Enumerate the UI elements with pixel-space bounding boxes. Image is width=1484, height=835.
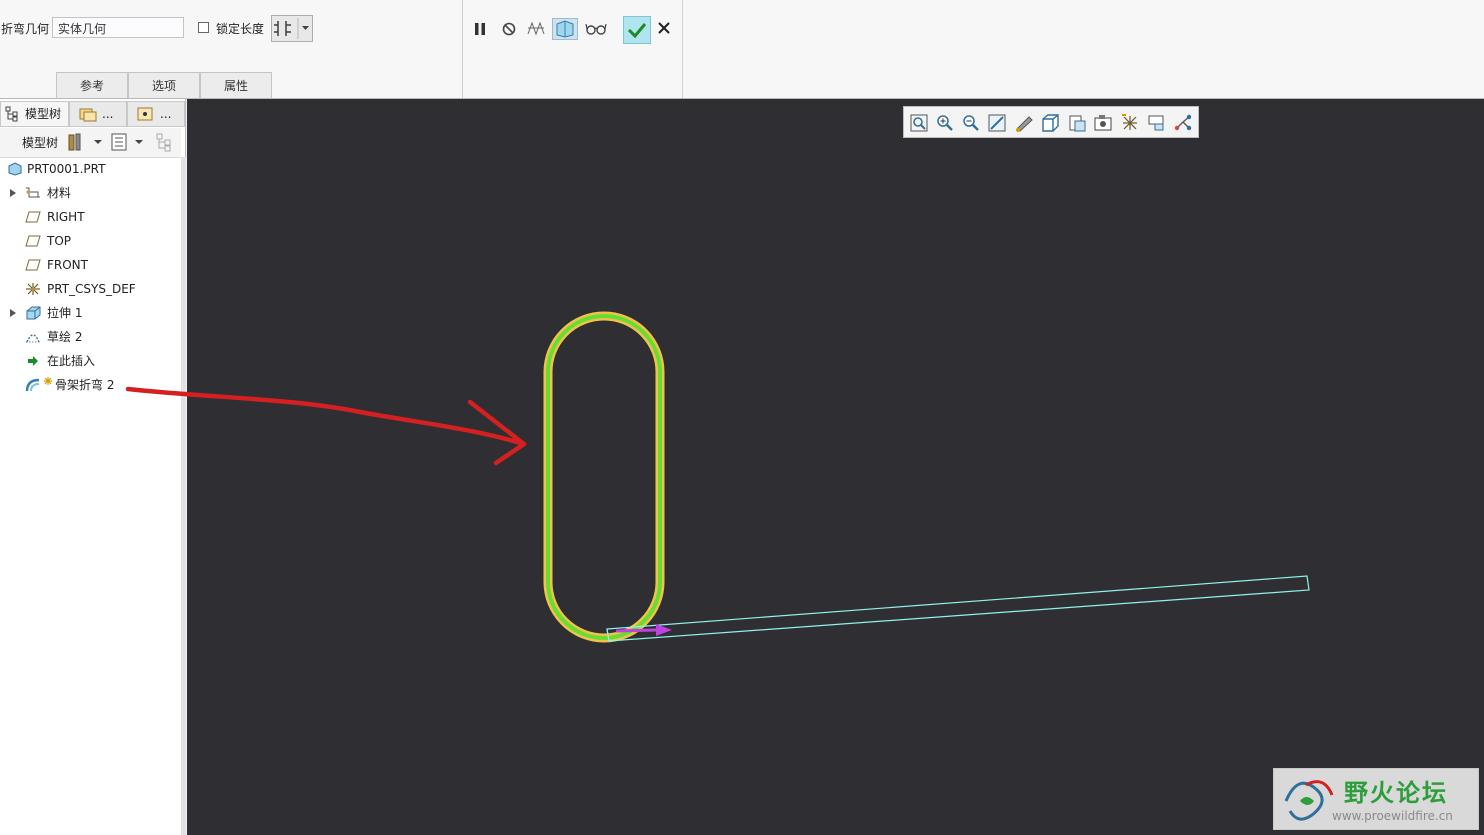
preview-mesh-icon (527, 21, 545, 36)
show-dropdown[interactable] (110, 132, 150, 152)
forum-logo-icon (1284, 780, 1334, 821)
settings-tools-icon (68, 133, 102, 151)
bend-geometry-field[interactable]: 实体几何 (52, 17, 184, 38)
datum-plane-icon (25, 211, 41, 223)
tree-icon (5, 106, 18, 122)
watermark-logo: 野火论坛 www.proewildfire.cn (1273, 768, 1479, 830)
checkmark-icon (627, 23, 647, 39)
tab-references[interactable]: 参考 (56, 72, 128, 98)
tree-item-label: 在此插入 (47, 354, 96, 368)
tree-item-spinal-bend[interactable]: 骨架折弯 2 (0, 373, 181, 397)
length-measure-dropdown[interactable] (271, 15, 313, 42)
glasses-icon (585, 23, 607, 35)
tab-favorites-label: ... (160, 107, 172, 121)
repaint-icon[interactable] (987, 113, 1007, 133)
graphics-viewport[interactable] (187, 99, 1484, 835)
view-manager-icon[interactable] (1093, 113, 1113, 133)
watermark-url: www.proewildfire.cn (1332, 809, 1453, 823)
folder-browser-icon (79, 108, 97, 122)
in-progress-star-icon (44, 377, 52, 385)
list-view-icon (111, 133, 143, 151)
bend-geometry-label: 折弯几何 (1, 22, 50, 36)
watermark-title: 野火论坛 (1344, 778, 1448, 807)
lock-length-checkbox[interactable] (198, 22, 209, 33)
tab-favorites[interactable]: ... (127, 101, 185, 127)
chevron-down-icon (302, 26, 309, 30)
tree-item-label: 草绘 2 (47, 330, 83, 344)
spin-center-icon[interactable] (1173, 113, 1193, 133)
annotation-display-icon[interactable] (1147, 113, 1167, 133)
tree-item-label: RIGHT (47, 210, 85, 224)
no-preview-icon (502, 22, 516, 36)
favorites-folder-icon (137, 107, 153, 121)
geometry-preview-icon (556, 20, 574, 38)
tree-item-label: FRONT (47, 258, 88, 272)
view-toolbar (903, 106, 1199, 138)
part-icon (8, 162, 22, 176)
divider (462, 0, 463, 98)
display-style-icon[interactable] (1040, 113, 1060, 133)
tree-filter-button[interactable] (155, 132, 177, 152)
tree-item-csys[interactable]: PRT_CSYS_DEF (0, 277, 181, 301)
sketch-icon (26, 334, 40, 343)
csys-icon (26, 283, 40, 295)
divider (682, 0, 683, 98)
datum-plane-icon (25, 235, 41, 247)
tab-folder-browser-label: ... (102, 107, 114, 121)
tree-item-right[interactable]: RIGHT (0, 205, 181, 229)
measure-length-icon (274, 18, 309, 39)
tab-properties[interactable]: 属性 (200, 72, 272, 98)
insert-here-arrow-icon (28, 356, 38, 366)
model-tree-title: 模型树 (22, 136, 59, 150)
tab-model-tree[interactable]: 模型树 (0, 101, 69, 127)
pause-button[interactable] (469, 18, 491, 40)
tree-item-label: PRT_CSYS_DEF (47, 282, 136, 296)
settings-dropdown[interactable] (66, 132, 106, 152)
tree-item-part[interactable]: PRT0001.PRT (0, 157, 181, 181)
attached-preview-button[interactable] (525, 18, 547, 40)
saved-orientations-icon[interactable] (1067, 113, 1087, 133)
refit-icon[interactable] (909, 113, 929, 133)
close-icon (658, 22, 670, 34)
tree-item-label: PRT0001.PRT (27, 162, 106, 176)
pause-icon (475, 23, 485, 35)
zoom-out-icon[interactable] (961, 113, 981, 133)
zoom-in-icon[interactable] (935, 113, 955, 133)
tree-item-label: 骨架折弯 2 (55, 378, 115, 392)
tree-item-label: TOP (47, 234, 72, 248)
tree-filter-icon (156, 133, 171, 152)
tree-item-sketch[interactable]: 草绘 2 (0, 325, 181, 349)
cancel-button[interactable] (655, 20, 673, 40)
panel-scroll-gutter (181, 157, 186, 835)
ok-button[interactable] (623, 16, 651, 44)
datum-plane-icon (25, 259, 41, 271)
tree-item-front[interactable]: FRONT (0, 253, 181, 277)
expand-arrow-icon[interactable] (10, 309, 16, 317)
model-tree-toolbar: 模型树 (0, 128, 181, 158)
tab-model-tree-label: 模型树 (25, 107, 62, 121)
datum-display-icon[interactable] (1120, 113, 1140, 133)
tab-options[interactable]: 选项 (128, 72, 200, 98)
tab-folder-browser[interactable]: ... (69, 101, 127, 127)
tree-item-label: 拉伸 1 (47, 306, 83, 320)
tree-item-top[interactable]: TOP (0, 229, 181, 253)
tree-item-insert-here[interactable]: 在此插入 (0, 349, 181, 373)
verify-button[interactable] (584, 18, 608, 40)
spinal-bend-icon (25, 378, 40, 392)
lock-length-label: 锁定长度 (216, 22, 265, 36)
tree-item-extrude[interactable]: 拉伸 1 (0, 301, 181, 325)
shading-icon[interactable] (1014, 113, 1034, 133)
geometry-preview-button[interactable] (552, 18, 578, 40)
no-preview-button[interactable] (498, 18, 520, 40)
extrude-icon (26, 306, 41, 320)
feature-dashboard: 折弯几何 实体几何 锁定长度 参考 选项 属性 (0, 0, 1484, 99)
tree-item-label: 材料 (47, 186, 72, 200)
tree-item-material[interactable]: 材料 (0, 181, 181, 205)
material-icon (26, 187, 40, 198)
expand-arrow-icon[interactable] (10, 189, 16, 197)
